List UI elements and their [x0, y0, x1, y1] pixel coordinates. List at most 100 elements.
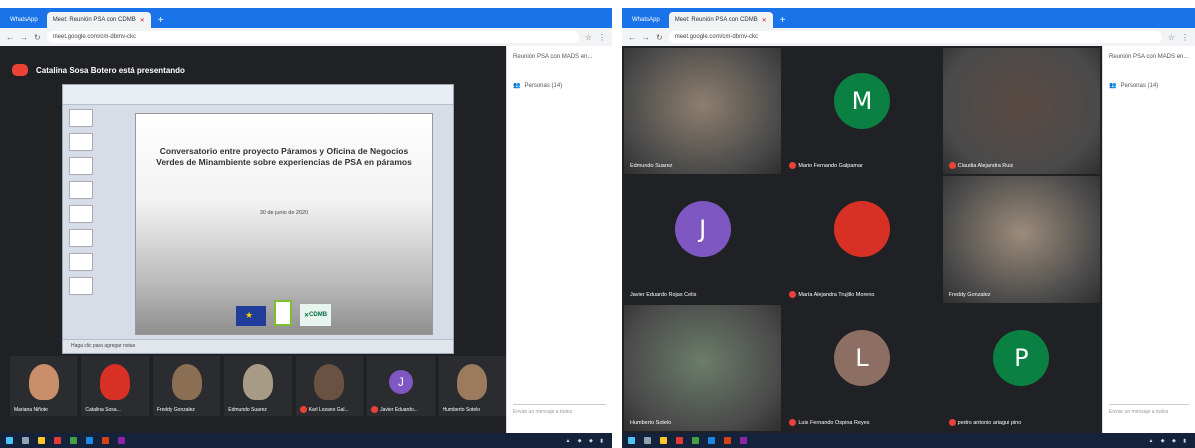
- chrome-icon[interactable]: [54, 437, 61, 444]
- participant-name: Luis Fernando Ospina Reyes: [789, 419, 870, 426]
- url-input[interactable]: meet.google.com/cm-dbmv-ckc: [668, 31, 1162, 43]
- participant-tile[interactable]: Humberto Sotelo: [438, 356, 506, 416]
- participant-name: Claudia Alejandra Ruiz: [948, 162, 1013, 170]
- new-tab-button[interactable]: +: [154, 12, 168, 28]
- slide-thumbnail[interactable]: [69, 205, 93, 223]
- close-tab-icon[interactable]: ✕: [762, 17, 767, 24]
- address-bar-row: ← → ↻ meet.google.com/cm-dbmv-ckc ☆ ⋮: [0, 28, 612, 46]
- back-icon[interactable]: ←: [628, 33, 636, 42]
- slide-thumbnail[interactable]: [69, 181, 93, 199]
- participant-tile[interactable]: Humberto Sotelo: [624, 304, 782, 431]
- participant-video: [171, 364, 202, 400]
- reload-icon[interactable]: ↻: [656, 33, 663, 42]
- windows-start-icon[interactable]: [628, 437, 635, 444]
- close-tab-icon[interactable]: ✕: [140, 17, 145, 24]
- cdmb-logo: ✕ CDMB: [300, 304, 332, 326]
- powerpoint-window: Conversatorio entre proyecto Páramos y O…: [62, 84, 454, 354]
- participant-tile[interactable]: Catalina Sosa...: [81, 356, 149, 416]
- participant-tile[interactable]: Edmundo Suarez: [624, 48, 782, 175]
- meet-side-panel: Reunión PSA con MADS en... 👥 Personas (14…: [1102, 46, 1195, 433]
- menu-icon[interactable]: ⋮: [1181, 33, 1189, 42]
- participant-tile[interactable]: M Mario Fernando Galpamar: [783, 48, 941, 175]
- chat-input[interactable]: Enviar un mensaje a todos: [1109, 404, 1189, 415]
- powerpoint-icon[interactable]: [724, 437, 731, 444]
- system-tray[interactable]: ▲ ◆ ◆ ▮: [1148, 438, 1189, 444]
- new-tab-button[interactable]: +: [776, 12, 790, 28]
- participant-video: [942, 176, 1100, 303]
- star-icon[interactable]: ☆: [1168, 33, 1175, 42]
- participant-tile[interactable]: Edmundo Suarez: [224, 356, 292, 416]
- participant-name: Humberto Sotelo: [442, 407, 481, 413]
- windows-taskbar: ▲ ◆ ◆ ▮: [0, 433, 612, 448]
- forward-icon[interactable]: →: [642, 33, 650, 42]
- slide-thumbnail[interactable]: [69, 229, 93, 247]
- slide-thumbnail[interactable]: [69, 133, 93, 151]
- reload-icon[interactable]: ↻: [34, 33, 41, 42]
- url-input[interactable]: meet.google.com/cm-dbmv-ckc: [46, 31, 579, 43]
- slide-thumbnails[interactable]: [69, 109, 93, 335]
- chat-input[interactable]: Enviar un mensaje a todos: [513, 404, 606, 415]
- tab-meet[interactable]: Meet: Reunión PSA con CDMB ✕: [668, 12, 773, 28]
- participant-tile[interactable]: J Javier Eduardo...: [367, 356, 435, 416]
- ppt-notes-bar[interactable]: Haga clic para agregar notas: [63, 339, 453, 353]
- participant-name: Javier Eduardo...: [371, 406, 432, 413]
- participant-tile[interactable]: J Javier Eduardo Rojas Celis: [624, 176, 782, 303]
- participant-tile[interactable]: L Luis Fernando Ospina Reyes: [783, 304, 941, 431]
- avatar: L: [833, 329, 890, 386]
- system-tray[interactable]: ▲ ◆ ◆ ▮: [565, 438, 606, 444]
- tab-whatsapp[interactable]: WhatsApp: [626, 12, 666, 28]
- people-button[interactable]: 👥 Personas (14): [513, 82, 606, 90]
- participant-name: Edmundo Suarez: [630, 163, 673, 170]
- search-icon[interactable]: [22, 437, 29, 444]
- ppt-toolbar[interactable]: [63, 85, 453, 105]
- meeting-title: Reunión PSA con MADS en...: [1109, 54, 1189, 60]
- word-icon[interactable]: [708, 437, 715, 444]
- mic-off-icon: [948, 419, 956, 426]
- people-button[interactable]: 👥 Personas (14): [1109, 82, 1189, 90]
- slide-thumbnail[interactable]: [69, 253, 93, 271]
- slide-thumbnail[interactable]: [69, 109, 93, 127]
- participant-name: Karl Lozano Gal...: [299, 406, 361, 413]
- avatar: J: [388, 370, 413, 394]
- participant-name: pedro antonio ariagui pino: [948, 419, 1021, 426]
- slide-thumbnail[interactable]: [69, 157, 93, 175]
- windows-start-icon[interactable]: [6, 437, 13, 444]
- powerpoint-icon[interactable]: [102, 437, 109, 444]
- file-explorer-icon[interactable]: [660, 437, 667, 444]
- slide-title: Conversatorio entre proyecto Páramos y O…: [156, 146, 412, 168]
- meet-stage: Catalina Sosa Botero está presentando Co…: [0, 46, 506, 433]
- slide-thumbnail[interactable]: [69, 277, 93, 295]
- back-icon[interactable]: ←: [6, 33, 14, 42]
- file-explorer-icon[interactable]: [38, 437, 45, 444]
- tab-meet[interactable]: Meet: Reunión PSA con CDMB ✕: [46, 12, 151, 28]
- word-icon[interactable]: [86, 437, 93, 444]
- app-icon[interactable]: [692, 437, 699, 444]
- participant-tile[interactable]: Mariana Niñote: [10, 356, 78, 416]
- mic-off-icon: [789, 290, 797, 298]
- people-icon: 👥: [513, 83, 521, 89]
- slide-logos: ★ ✕ CDMB: [236, 300, 332, 326]
- tab-whatsapp[interactable]: WhatsApp: [4, 12, 44, 28]
- chrome-icon[interactable]: [676, 437, 683, 444]
- people-icon: 👥: [1109, 83, 1117, 89]
- participant-tile[interactable]: María Alejandra Trujillo Moreno: [783, 176, 941, 303]
- participant-name: Humberto Sotelo: [630, 420, 672, 426]
- app-icon[interactable]: [740, 437, 747, 444]
- participant-tile[interactable]: Freddy Gonzalez: [942, 176, 1100, 303]
- participant-tile[interactable]: Karl Lozano Gal...: [295, 356, 364, 416]
- browser-tabbar: WhatsApp Meet: Reunión PSA con CDMB ✕ +: [622, 8, 1195, 28]
- app-icon[interactable]: [118, 437, 125, 444]
- star-icon[interactable]: ☆: [585, 33, 592, 42]
- menu-icon[interactable]: ⋮: [598, 33, 606, 42]
- search-icon[interactable]: [644, 437, 651, 444]
- forward-icon[interactable]: →: [20, 33, 28, 42]
- participant-tile[interactable]: Claudia Alejandra Ruiz: [942, 48, 1100, 175]
- app-icon[interactable]: [70, 437, 77, 444]
- participant-name: Freddy Gonzalez: [156, 407, 195, 413]
- participant-grid: Edmundo Suarez M Mario Fernando Galpamar Cl…: [622, 46, 1102, 433]
- participant-video: [624, 304, 782, 431]
- mic-off-icon: [789, 162, 797, 170]
- participant-video: [28, 364, 59, 400]
- participant-tile[interactable]: Ppedro antonio ariagui pino: [942, 304, 1100, 431]
- participant-tile[interactable]: Freddy Gonzalez: [152, 356, 221, 416]
